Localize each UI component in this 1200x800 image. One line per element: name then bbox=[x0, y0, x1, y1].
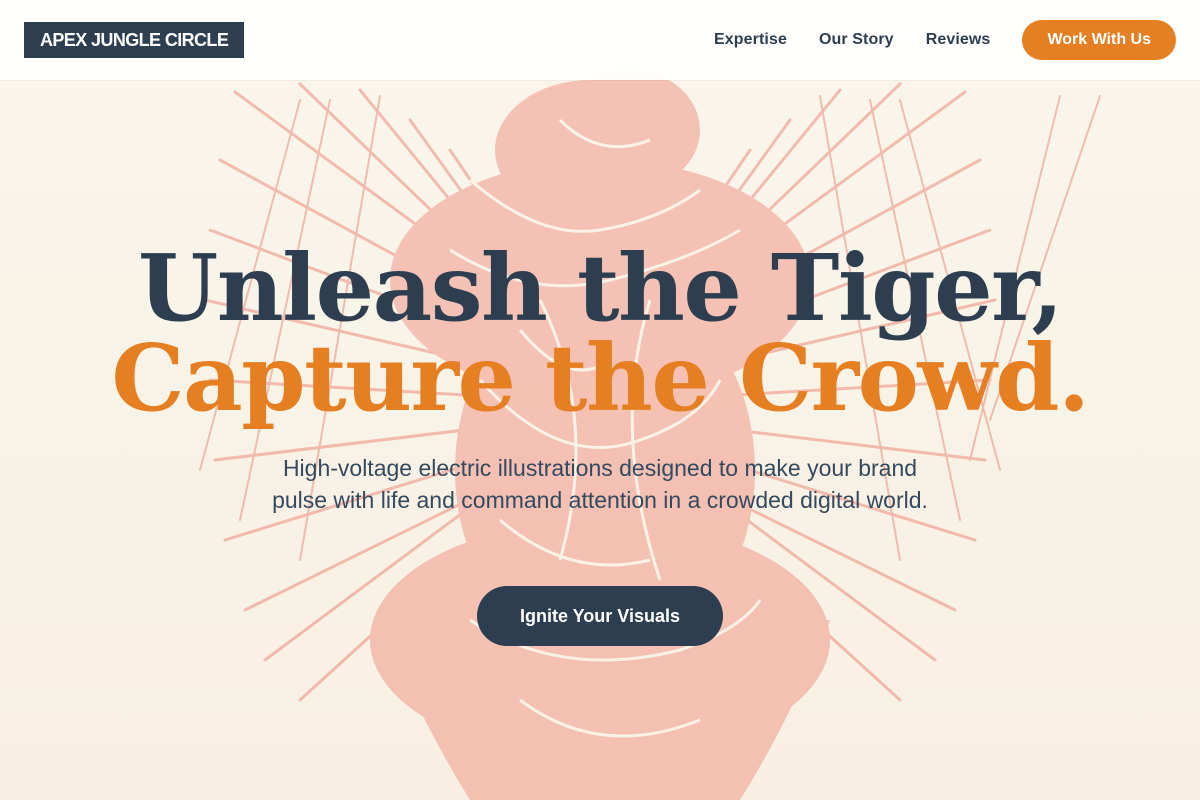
main-nav: Expertise Our Story Reviews Work With Us bbox=[714, 20, 1176, 60]
nav-link-reviews[interactable]: Reviews bbox=[926, 31, 991, 49]
hero-subtitle: High-voltage electric illustrations desi… bbox=[272, 455, 928, 513]
hero-headline-line1: Unleash the Tiger, bbox=[138, 234, 1063, 342]
brand-logo[interactable]: APEX JUNGLE CIRCLE bbox=[24, 22, 245, 58]
nav-link-our-story[interactable]: Our Story bbox=[819, 31, 894, 49]
ignite-your-visuals-button[interactable]: Ignite Your Visuals bbox=[477, 586, 723, 646]
work-with-us-button[interactable]: Work With Us bbox=[1022, 20, 1176, 60]
hero-section: Unleash the Tiger, Capture the Crowd. Hi… bbox=[0, 80, 1200, 800]
nav-link-expertise[interactable]: Expertise bbox=[714, 31, 787, 49]
hero-headline-line2: Capture the Crowd. bbox=[111, 324, 1090, 432]
landing-page: APEX JUNGLE CIRCLE Expertise Our Story R… bbox=[0, 0, 1200, 800]
site-header: APEX JUNGLE CIRCLE Expertise Our Story R… bbox=[0, 0, 1200, 80]
